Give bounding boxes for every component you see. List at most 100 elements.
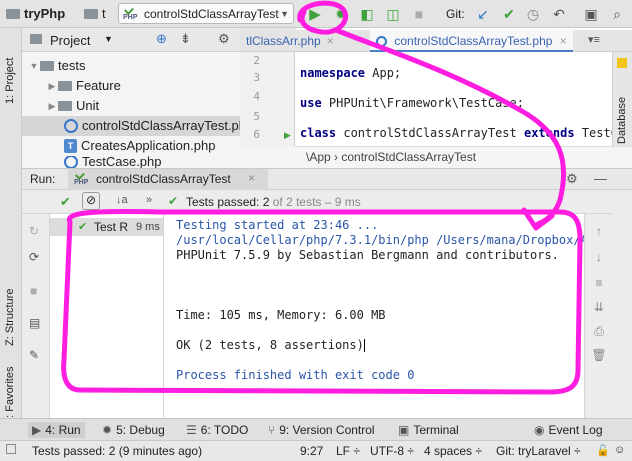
profile-icon[interactable]: ◫ [384, 5, 402, 23]
console-line: PHPUnit 7.5.9 by Sebastian Bergmann and … [176, 248, 559, 262]
console-text: OK (2 tests, 8 assertions) [176, 338, 364, 352]
git-commit-icon[interactable]: ✔ [500, 5, 518, 23]
project-panel-title[interactable]: Project [50, 33, 90, 48]
php-trait-icon: T [64, 139, 77, 153]
gear-icon[interactable]: ⚙ [566, 171, 578, 187]
rollback-icon[interactable]: ↶ [550, 5, 568, 23]
line-number: 4 [253, 90, 260, 103]
code-text: controlStdClassArrayTest [336, 126, 524, 140]
passed-check-icon: ✔ [78, 221, 88, 233]
show-passed-icon[interactable]: ✔ [60, 194, 71, 210]
scroll-to-end-icon[interactable]: ⇊ [591, 300, 607, 316]
locate-icon[interactable]: ⊕ [156, 31, 167, 47]
status-git-branch[interactable]: Git: tryLaravel ÷ [496, 444, 581, 459]
status-message[interactable]: Tests passed: 2 (9 minutes ago) [32, 444, 202, 459]
run-icon[interactable]: ▶ [306, 5, 324, 23]
stop-icon[interactable]: ■ [30, 284, 37, 298]
inspector-icon[interactable]: ☺ [614, 444, 625, 456]
close-icon[interactable]: × [248, 171, 255, 185]
status-bar: Tests passed: 2 (9 minutes ago) 9:27 LF … [0, 440, 632, 461]
search-icon[interactable]: ⌕ [608, 5, 626, 23]
arrow-up-icon[interactable]: ↑ [591, 224, 607, 240]
status-caret-position[interactable]: 9:27 [300, 444, 323, 459]
stripe-project-tab[interactable]: 1: Project [4, 58, 16, 104]
tab-controlstdclassarraytest[interactable]: controlStdClassArrayTest.php × [370, 30, 573, 52]
trash-icon[interactable]: 🗑 [591, 348, 607, 364]
stop-icon[interactable]: ■ [410, 5, 428, 23]
tree-item-label: tests [58, 58, 86, 73]
git-update-icon[interactable]: ↙ [474, 5, 492, 23]
tab-overflow-icon[interactable]: ▾≡ [588, 33, 600, 46]
console-line: /usr/local/Cellar/php/7.3.1/bin/php /Use… [176, 233, 584, 247]
editor-breadcrumb[interactable]: \App › controlStdClassArrayTest [294, 146, 632, 168]
run-icon: ▶ [32, 423, 42, 437]
show-ignored-icon[interactable]: ⊘ [82, 192, 100, 210]
terminal-icon[interactable]: ▣ [582, 5, 600, 23]
rerun-failed-icon[interactable]: ↻ [29, 224, 39, 238]
code-keyword: class [300, 126, 337, 140]
arrow-down-icon[interactable]: ↓ [591, 250, 607, 266]
stripe-database-tab[interactable]: Database [616, 97, 628, 144]
pin-icon[interactable]: ✎ [29, 348, 39, 362]
tab-event-log[interactable]: ◉ Event Log [534, 422, 603, 438]
toggle-autotest-icon[interactable]: ⟳ [29, 250, 39, 264]
chevron-right-icon: ▶ [48, 81, 56, 91]
run-gutter-icon[interactable]: ▶ [284, 130, 291, 141]
tab-label: tlClassArr.php [246, 34, 321, 48]
tree-item-label: Unit [76, 98, 100, 113]
tool-tab-label: Terminal [413, 423, 459, 437]
coverage-icon[interactable]: ◧ [358, 5, 376, 23]
project-crumb[interactable]: tryPhp [6, 5, 65, 23]
sort-alpha-icon[interactable]: ↓a [116, 194, 128, 206]
hide-icon[interactable]: — [594, 171, 607, 186]
path-crumb[interactable]: t [84, 5, 106, 23]
tab-terminal[interactable]: ▣ Terminal [398, 422, 459, 438]
stripe-favorites-tab[interactable]: 2: Favorites [4, 367, 16, 424]
code-line-use[interactable]: use PHPUnit\Framework\TestCase; [300, 96, 524, 110]
tab-version-control[interactable]: ⑂ 9: Version Control [268, 422, 375, 438]
gear-icon[interactable]: ⚙ [218, 31, 230, 47]
run-console[interactable]: Testing started at 23:46 ... /usr/local/… [164, 214, 584, 418]
tab-tlclassarr[interactable]: tlClassArr.php × [240, 30, 340, 52]
console-line: Testing started at 23:46 ... [176, 218, 379, 232]
lock-icon[interactable]: 🔓 [596, 444, 610, 457]
tree-item-label: TestCase.php [82, 156, 162, 168]
history-icon[interactable]: ◷ [524, 5, 542, 23]
status-line-separator[interactable]: LF ÷ [336, 444, 360, 459]
php-class-icon [64, 119, 78, 133]
close-icon[interactable]: × [327, 34, 334, 48]
run-config-selector[interactable]: PHP controlStdClassArrayTest ▼ [118, 3, 294, 24]
crumb-label: t [102, 6, 106, 21]
tree-item-label: controlStdClassArrayTest.php [82, 118, 254, 133]
tree-item-testcase[interactable]: TestCase.php [22, 156, 294, 168]
chevron-down-icon[interactable]: ▼ [104, 34, 113, 44]
tab-run[interactable]: ▶ 4: Run [28, 422, 85, 438]
status-toggle-icon[interactable] [6, 444, 16, 454]
tab-todo[interactable]: ☰ 6: TODO [186, 422, 248, 438]
line-gutter: 2 3 4 5 6 ▶ [240, 52, 294, 146]
code-keyword: use [300, 96, 322, 110]
collapse-icon[interactable]: ⇟ [180, 31, 191, 47]
chevron-down-icon: ▼ [280, 8, 289, 19]
folder-icon [30, 34, 42, 44]
layout-icon[interactable]: ▤ [29, 316, 40, 330]
ide-window: tryPhp t PHP controlStdClassArrayTest ▼ … [0, 0, 632, 461]
console-line: Time: 105 ms, Memory: 6.00 MB [176, 308, 386, 322]
code-line-namespace[interactable]: namespace App; [300, 66, 401, 80]
warning-marker-icon[interactable] [617, 58, 627, 68]
tests-passed-suffix: of 2 tests – 9 ms [269, 195, 361, 209]
folder-icon [40, 61, 54, 71]
close-icon[interactable]: × [560, 34, 567, 48]
tab-debug[interactable]: ✹ 5: Debug [102, 422, 165, 438]
print-icon[interactable]: ⎙ [591, 324, 607, 340]
soft-wrap-icon[interactable]: ≡ [591, 276, 607, 292]
debug-icon[interactable]: ✹ [332, 5, 350, 23]
stripe-structure-tab[interactable]: Z: Structure [4, 289, 16, 346]
code-line-class[interactable]: class controlStdClassArrayTest extends T… [300, 126, 625, 140]
more-icon[interactable]: » [146, 194, 152, 206]
tool-tab-label: 9: Version Control [279, 423, 375, 437]
status-indent[interactable]: 4 spaces ÷ [424, 444, 482, 459]
status-encoding[interactable]: UTF-8 ÷ [370, 444, 414, 459]
vcs-icon: ⑂ [268, 423, 276, 437]
test-results-tree: ✔ Test R 9 ms [50, 214, 164, 418]
